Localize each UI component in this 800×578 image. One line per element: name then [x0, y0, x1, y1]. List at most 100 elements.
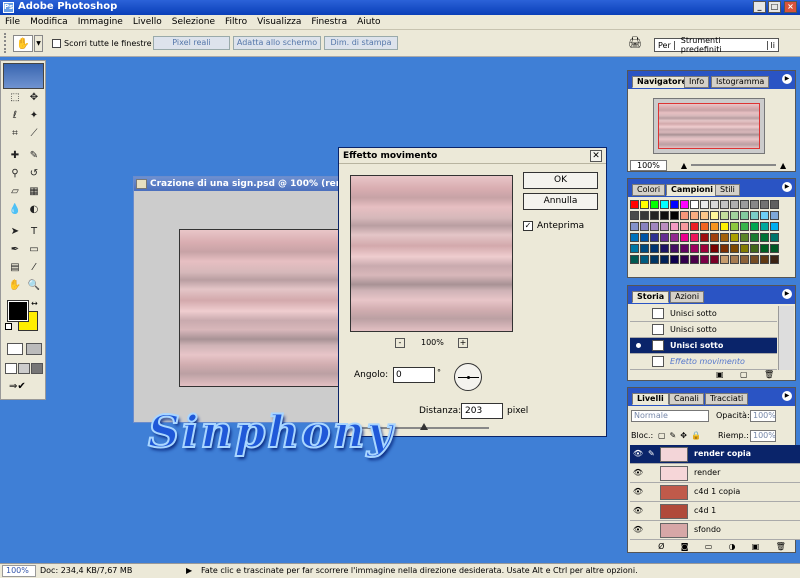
menu-aiuto[interactable]: Aiuto — [352, 15, 385, 30]
color-swatch[interactable] — [730, 233, 739, 242]
navigator-zoom-value[interactable]: 100% — [630, 159, 667, 171]
hand-tool-icon[interactable]: ✋ — [7, 279, 23, 293]
color-swatch[interactable] — [770, 244, 779, 253]
zoom-out-icon[interactable]: ▲ — [681, 161, 687, 170]
color-swatch[interactable] — [770, 211, 779, 220]
color-swatch[interactable] — [630, 211, 639, 220]
palette-menu-icon[interactable]: ▶ — [782, 182, 792, 192]
color-swatch[interactable] — [710, 200, 719, 209]
foreground-color-swatch[interactable] — [7, 300, 29, 322]
screen-mode-standard-icon[interactable] — [5, 363, 17, 374]
tab-channels[interactable]: Canali — [669, 393, 704, 405]
lasso-tool-icon[interactable]: ℓ — [7, 109, 23, 123]
color-swatch[interactable] — [640, 200, 649, 209]
status-zoom[interactable]: 100% — [2, 565, 36, 577]
default-colors-icon[interactable] — [5, 323, 12, 330]
quickmask-mode-icon[interactable] — [26, 343, 42, 355]
layer-row[interactable]: 👁 c4d 1 — [630, 502, 800, 521]
crop-tool-icon[interactable]: ⌗ — [7, 127, 23, 141]
path-select-icon[interactable]: ➤ — [7, 225, 23, 239]
screen-mode-full-menu-icon[interactable] — [18, 363, 30, 374]
color-swatch[interactable] — [690, 255, 699, 264]
maximize-button[interactable]: □ — [768, 1, 781, 13]
color-swatch[interactable] — [680, 244, 689, 253]
color-swatch[interactable] — [630, 244, 639, 253]
chevron-down-icon[interactable]: ▼ — [34, 35, 43, 52]
color-swatch[interactable] — [700, 200, 709, 209]
grip-handle[interactable] — [4, 33, 10, 53]
eraser-tool-icon[interactable]: ▱ — [7, 185, 23, 199]
menu-visualizza[interactable]: Visualizza — [252, 15, 306, 30]
status-arrow-icon[interactable]: ▶ — [186, 566, 192, 575]
color-swatch[interactable] — [700, 233, 709, 242]
color-swatch[interactable] — [760, 211, 769, 220]
new-document-icon[interactable]: ▣ — [716, 370, 724, 379]
color-swatch[interactable] — [740, 233, 749, 242]
menu-livello[interactable]: Livello — [128, 15, 167, 30]
screen-mode-full-icon[interactable] — [31, 363, 43, 374]
eye-icon[interactable]: 👁 — [632, 487, 644, 497]
brush-link-icon[interactable]: ✎ — [648, 449, 655, 458]
color-swatch[interactable] — [770, 255, 779, 264]
standard-mode-icon[interactable] — [7, 343, 23, 355]
pen-tool-icon[interactable]: ✒ — [7, 243, 23, 257]
color-swatch[interactable] — [770, 200, 779, 209]
color-swatch[interactable] — [690, 233, 699, 242]
eye-icon[interactable]: 👁 — [632, 506, 644, 516]
color-swatch[interactable] — [630, 222, 639, 231]
color-swatch[interactable] — [680, 222, 689, 231]
history-item-undone[interactable]: Effetto movimento — [630, 354, 777, 370]
swatch-grid[interactable] — [630, 200, 780, 275]
color-swatch[interactable] — [630, 255, 639, 264]
color-swatch[interactable] — [640, 211, 649, 220]
notes-tool-icon[interactable]: ▤ — [7, 261, 23, 275]
palette-menu-icon[interactable]: ▶ — [782, 289, 792, 299]
history-item-selected[interactable]: Unisci sotto — [630, 338, 777, 354]
dialog-close-icon[interactable]: ✕ — [590, 150, 602, 162]
minimize-button[interactable]: _ — [753, 1, 766, 13]
color-swatch[interactable] — [730, 222, 739, 231]
color-swatch[interactable] — [640, 244, 649, 253]
jump-to-imageready-icon[interactable]: ⇒✔ — [9, 381, 37, 395]
tab-paths[interactable]: Tracciati — [705, 393, 749, 405]
actual-pixels-button[interactable]: Pixel reali — [153, 36, 230, 50]
color-swatch[interactable] — [650, 211, 659, 220]
color-swatch[interactable] — [720, 255, 729, 264]
color-swatch[interactable] — [750, 211, 759, 220]
print-size-button[interactable]: Dim. di stampa — [324, 36, 398, 50]
lock-icons[interactable]: ▢✎✥🔒 — [658, 431, 705, 440]
distance-input[interactable]: 203 — [461, 403, 503, 419]
color-swatch[interactable] — [740, 222, 749, 231]
printer-icon[interactable]: 🖨 — [628, 36, 644, 51]
tab-navigator[interactable]: Navigatore — [632, 76, 692, 88]
swap-colors-icon[interactable]: ↔ — [31, 299, 38, 308]
tab-swatches[interactable]: Campioni — [666, 184, 719, 196]
eye-icon[interactable]: 👁 — [632, 468, 644, 478]
color-swatch[interactable] — [730, 211, 739, 220]
preview-image[interactable] — [350, 175, 513, 332]
history-item[interactable]: Unisci sotto — [630, 322, 777, 338]
color-swatch[interactable] — [720, 211, 729, 220]
menu-immagine[interactable]: Immagine — [73, 15, 128, 30]
palette-tab-li[interactable]: li — [766, 40, 778, 50]
blend-mode-select[interactable]: Normale — [631, 410, 709, 422]
color-swatch[interactable] — [690, 200, 699, 209]
layer-row[interactable]: 👁 ✎ render copia — [630, 445, 800, 464]
color-swatch[interactable] — [660, 200, 669, 209]
color-swatch[interactable] — [700, 244, 709, 253]
tab-history[interactable]: Storia — [632, 291, 670, 303]
color-swatch[interactable] — [750, 244, 759, 253]
scroll-all-checkbox[interactable] — [52, 39, 61, 48]
history-source-icon[interactable] — [636, 343, 641, 348]
move-tool-icon[interactable]: ✥ — [26, 91, 42, 105]
palette-well[interactable]: Per Strumenti predefiniti li — [654, 36, 779, 54]
color-swatch[interactable] — [760, 255, 769, 264]
history-brush-icon[interactable]: ↺ — [26, 167, 42, 181]
color-swatch[interactable] — [760, 200, 769, 209]
fill-input[interactable]: 100% — [750, 430, 776, 442]
menu-finestra[interactable]: Finestra — [306, 15, 352, 30]
color-swatch[interactable] — [770, 222, 779, 231]
color-swatch[interactable] — [670, 222, 679, 231]
color-swatch[interactable] — [680, 211, 689, 220]
color-swatch[interactable] — [740, 200, 749, 209]
